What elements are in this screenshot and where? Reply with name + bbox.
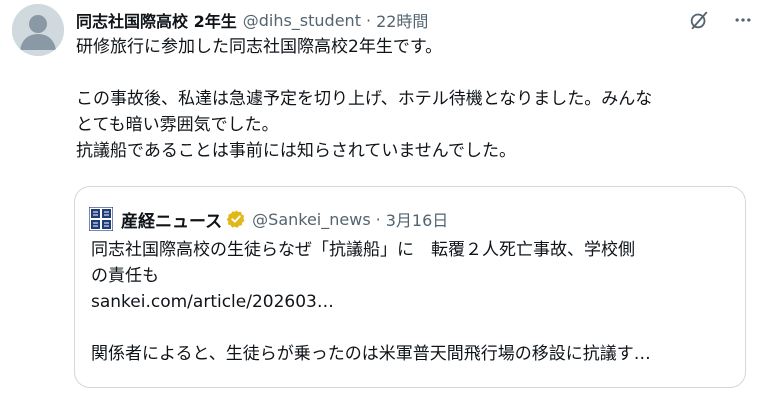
verified-gold-badge-icon <box>226 210 245 228</box>
quoted-text-line: 関係者によると、生徒らが乗ったのは米軍普天間飛行場の移設に抗議す… <box>91 344 651 364</box>
quoted-author-display-name[interactable]: 産経ニュース <box>121 207 222 232</box>
tweet-timestamp[interactable]: 22時間 <box>376 8 428 32</box>
more-icon <box>735 18 751 22</box>
more-button[interactable] <box>729 6 757 34</box>
tweet-text-line: とても暗い雰囲気でした。 <box>76 115 279 135</box>
tweet-text: 研修旅行に参加した同志社国際高校2年生です。 この事故後、私達は急遽予定を切り上… <box>76 34 766 164</box>
separator-dot: · <box>375 209 381 229</box>
quoted-tweet-text: 同志社国際高校の生徒らなぜ「抗議船」に 転覆２人死亡事故、学校側 の責任も sa… <box>91 237 731 367</box>
tweet[interactable]: 同志社国際高校 2年生 @dihs_student · 22時間 研修旅行に参加… <box>0 0 775 407</box>
grok-button[interactable] <box>685 6 713 34</box>
quoted-tweet[interactable]: 産経ニュース @Sankei_news · 3月16日 同志社国際高校の生徒らな… <box>74 186 746 388</box>
default-avatar-icon <box>12 4 64 56</box>
author-display-name[interactable]: 同志社国際高校 2年生 <box>76 8 237 32</box>
tweet-text-line: 抗議船であることは事前には知らされていませんでした。 <box>76 141 516 161</box>
sankei-logo-icon[interactable] <box>89 207 113 231</box>
separator-dot: · <box>365 10 372 30</box>
verified-badge <box>226 209 246 229</box>
tweet-text-line: この事故後、私達は急遽予定を切り上げ、ホテル待機となりました。みんな <box>76 89 653 109</box>
quoted-text-line: 同志社国際高校の生徒らなぜ「抗議船」に 転覆２人死亡事故、学校側 <box>91 240 635 260</box>
avatar[interactable] <box>12 4 64 56</box>
quoted-tweet-date[interactable]: 3月16日 <box>386 207 449 231</box>
grok-icon <box>690 11 708 30</box>
tweet-header: 同志社国際高校 2年生 @dihs_student · 22時間 <box>76 8 428 32</box>
tweet-actions <box>685 6 757 34</box>
quoted-author-handle[interactable]: @Sankei_news <box>252 210 371 229</box>
quoted-text-blank-line <box>91 315 731 341</box>
author-handle[interactable]: @dihs_student <box>243 11 361 30</box>
quoted-tweet-header: 産経ニュース @Sankei_news · 3月16日 <box>89 205 448 233</box>
quoted-article-link[interactable]: sankei.com/article/202603… <box>91 289 731 315</box>
tweet-text-line: 研修旅行に参加した同志社国際高校2年生です。 <box>76 37 443 57</box>
tweet-text-blank-line <box>76 60 766 86</box>
quoted-text-line: の責任も <box>91 266 159 286</box>
